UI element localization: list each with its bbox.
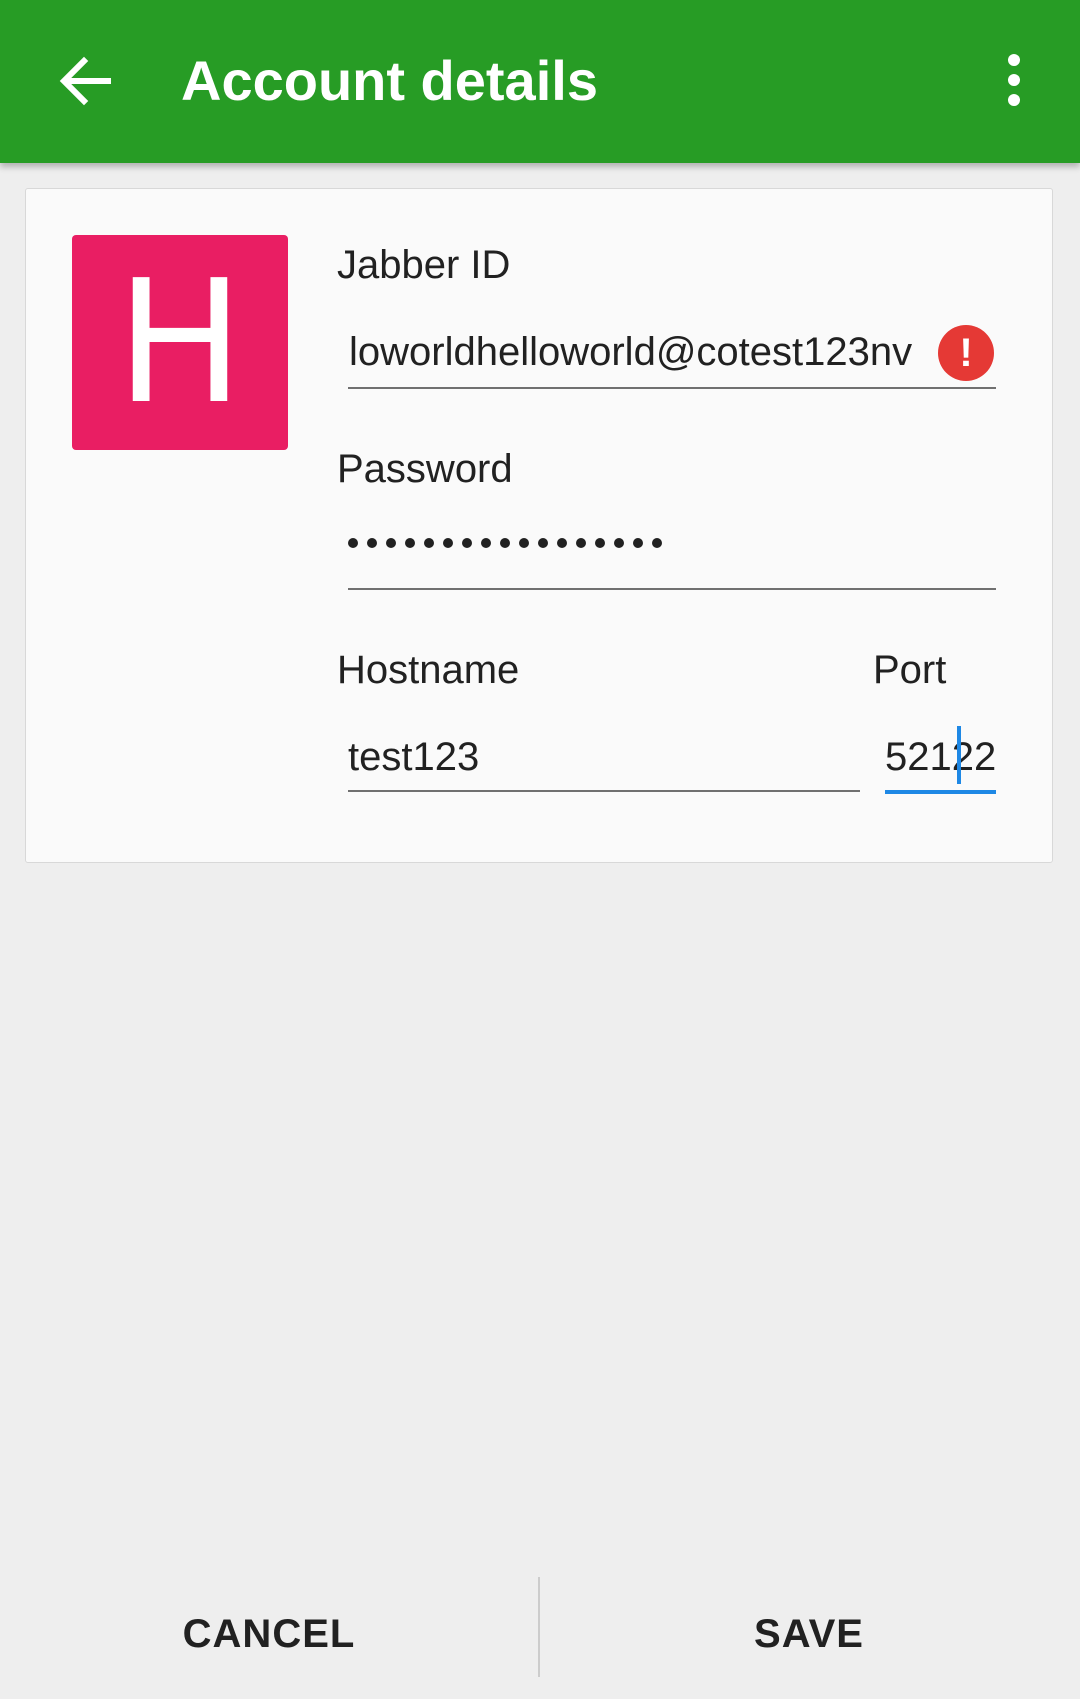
text-cursor bbox=[957, 726, 961, 784]
password-dot bbox=[386, 538, 396, 548]
password-dot bbox=[462, 538, 472, 548]
password-dot bbox=[519, 538, 529, 548]
cancel-button[interactable]: CANCEL bbox=[0, 1570, 538, 1699]
back-button[interactable] bbox=[50, 46, 120, 116]
app-bar: Account details bbox=[0, 0, 1080, 163]
password-underline bbox=[348, 588, 996, 590]
jabber-id-input[interactable]: loworldhelloworld@cotest123nv bbox=[349, 327, 934, 377]
password-input[interactable] bbox=[348, 538, 662, 548]
hostname-underline bbox=[348, 790, 860, 792]
password-dot bbox=[538, 538, 548, 548]
port-underline bbox=[885, 790, 996, 794]
password-label: Password bbox=[337, 447, 513, 491]
save-button[interactable]: SAVE bbox=[540, 1570, 1078, 1699]
password-dot bbox=[367, 538, 377, 548]
port-label: Port bbox=[873, 648, 947, 692]
password-dot bbox=[443, 538, 453, 548]
error-icon[interactable]: ! bbox=[938, 325, 994, 381]
password-dot bbox=[614, 538, 624, 548]
avatar-letter: H bbox=[116, 243, 244, 442]
page-title: Account details bbox=[181, 49, 598, 112]
password-dot bbox=[405, 538, 415, 548]
password-dot bbox=[500, 538, 510, 548]
hostname-input[interactable]: test123 bbox=[348, 732, 848, 782]
password-dot bbox=[576, 538, 586, 548]
hostname-label: Hostname bbox=[337, 648, 520, 692]
password-dot bbox=[424, 538, 434, 548]
password-dot bbox=[633, 538, 643, 548]
action-bar: CANCEL SAVE bbox=[0, 1570, 1080, 1699]
arrow-back-icon bbox=[59, 56, 111, 106]
password-dot bbox=[348, 538, 358, 548]
password-dot bbox=[652, 538, 662, 548]
password-dot bbox=[557, 538, 567, 548]
password-dot bbox=[595, 538, 605, 548]
port-input[interactable]: 52122 bbox=[885, 732, 1003, 782]
password-dot bbox=[481, 538, 491, 548]
jabber-id-label: Jabber ID bbox=[337, 243, 511, 287]
overflow-menu-button[interactable] bbox=[990, 50, 1038, 110]
error-glyph: ! bbox=[959, 330, 973, 375]
more-vert-icon bbox=[1008, 54, 1020, 106]
avatar[interactable]: H bbox=[72, 235, 288, 450]
jabber-id-underline bbox=[348, 387, 996, 389]
